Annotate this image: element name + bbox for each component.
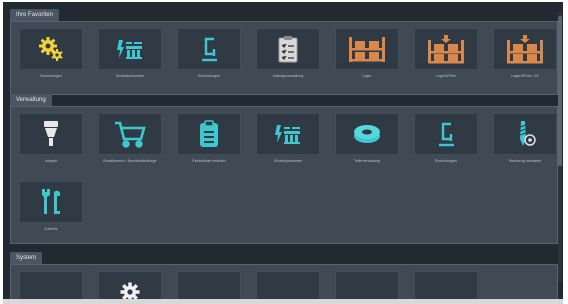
vertical-scrollbar[interactable] (558, 12, 562, 282)
gear-icon (117, 279, 143, 301)
tile-label: Einrichtblatt erstellen (192, 159, 226, 163)
system-panel (10, 264, 558, 301)
tile-label: Einstellungen (40, 74, 62, 78)
tile-button[interactable] (256, 271, 320, 301)
clipboard-list-icon (276, 34, 300, 64)
tile-button[interactable] (414, 113, 478, 155)
tile-button[interactable] (177, 28, 241, 70)
tile-button[interactable] (493, 28, 557, 70)
plate-icon (351, 121, 383, 147)
shelf-add-icon (426, 34, 466, 64)
wrench-tools-icon (36, 187, 66, 217)
tile-label: Lager (362, 74, 372, 78)
tile-label: Einstellparameter (274, 159, 302, 163)
tile-button[interactable] (98, 113, 162, 155)
tile-button[interactable] (493, 113, 557, 155)
app-screen: Ihre Favoriten Einstellungen Einstellpar… (3, 2, 563, 301)
parameters-icon (114, 36, 146, 62)
tile-label: Bestellwesen / Bereitstellaufträge (103, 159, 157, 163)
tile-button[interactable] (335, 28, 399, 70)
tile-button[interactable] (19, 271, 83, 301)
tile-button[interactable] (177, 113, 241, 155)
tile-label: Auftragsverwaltung (272, 74, 304, 78)
tile-button[interactable] (256, 28, 320, 70)
tile-label: Lager&Prüfu. 2/2 (511, 74, 539, 78)
tile-button[interactable] (98, 271, 162, 301)
system-section: System (10, 252, 558, 301)
cart-icon (113, 119, 147, 149)
shelf-icon (347, 35, 387, 63)
parameters-icon (272, 121, 304, 147)
tile-button[interactable] (177, 271, 241, 301)
tile-label: Werkzeug verwalten (508, 159, 542, 163)
tile-button[interactable] (414, 28, 478, 70)
adapter-icon (41, 119, 61, 149)
tile-button[interactable] (256, 113, 320, 155)
tile-button[interactable] (414, 271, 478, 301)
scrollbar-thumb[interactable] (558, 16, 562, 166)
bottom-strip (3, 299, 563, 304)
gears-icon (36, 34, 66, 64)
clamp-icon (197, 34, 221, 64)
tile-label: Einrichtungen (198, 74, 220, 78)
clipboard-icon (197, 119, 221, 149)
tile-label: Einrichtungen (435, 159, 457, 163)
management-section: Verwaltung Adapter Bestellwesen / Bereit… (10, 94, 558, 244)
section-tab-management[interactable]: Verwaltung (10, 94, 52, 106)
favorites-section: Ihre Favoriten Einstellungen Einstellpar… (10, 9, 558, 95)
tile-label: Zubehör (44, 227, 58, 231)
tile-button[interactable] (98, 28, 162, 70)
tile-button[interactable] (19, 181, 83, 223)
tile-button[interactable] (19, 113, 83, 155)
tile-label: Einstellparameter (116, 74, 144, 78)
section-tab-system[interactable]: System (10, 252, 43, 264)
favorites-panel: Einstellungen Einstellparameter Einricht… (10, 21, 558, 95)
section-tab-favorites[interactable]: Ihre Favoriten (10, 9, 60, 21)
drill-settings-icon (513, 119, 537, 149)
management-panel: Adapter Bestellwesen / Bereitstellaufträ… (10, 106, 558, 244)
clamp-icon (434, 119, 458, 149)
tile-button[interactable] (335, 271, 399, 301)
tile-button[interactable] (335, 113, 399, 155)
shelf-add-icon (505, 34, 545, 64)
tile-button[interactable] (19, 28, 83, 70)
tile-label: Adapter (44, 159, 58, 163)
tile-label: Tellerverwaltung (354, 159, 380, 163)
tile-label: Lager&Prüfu (435, 74, 457, 78)
